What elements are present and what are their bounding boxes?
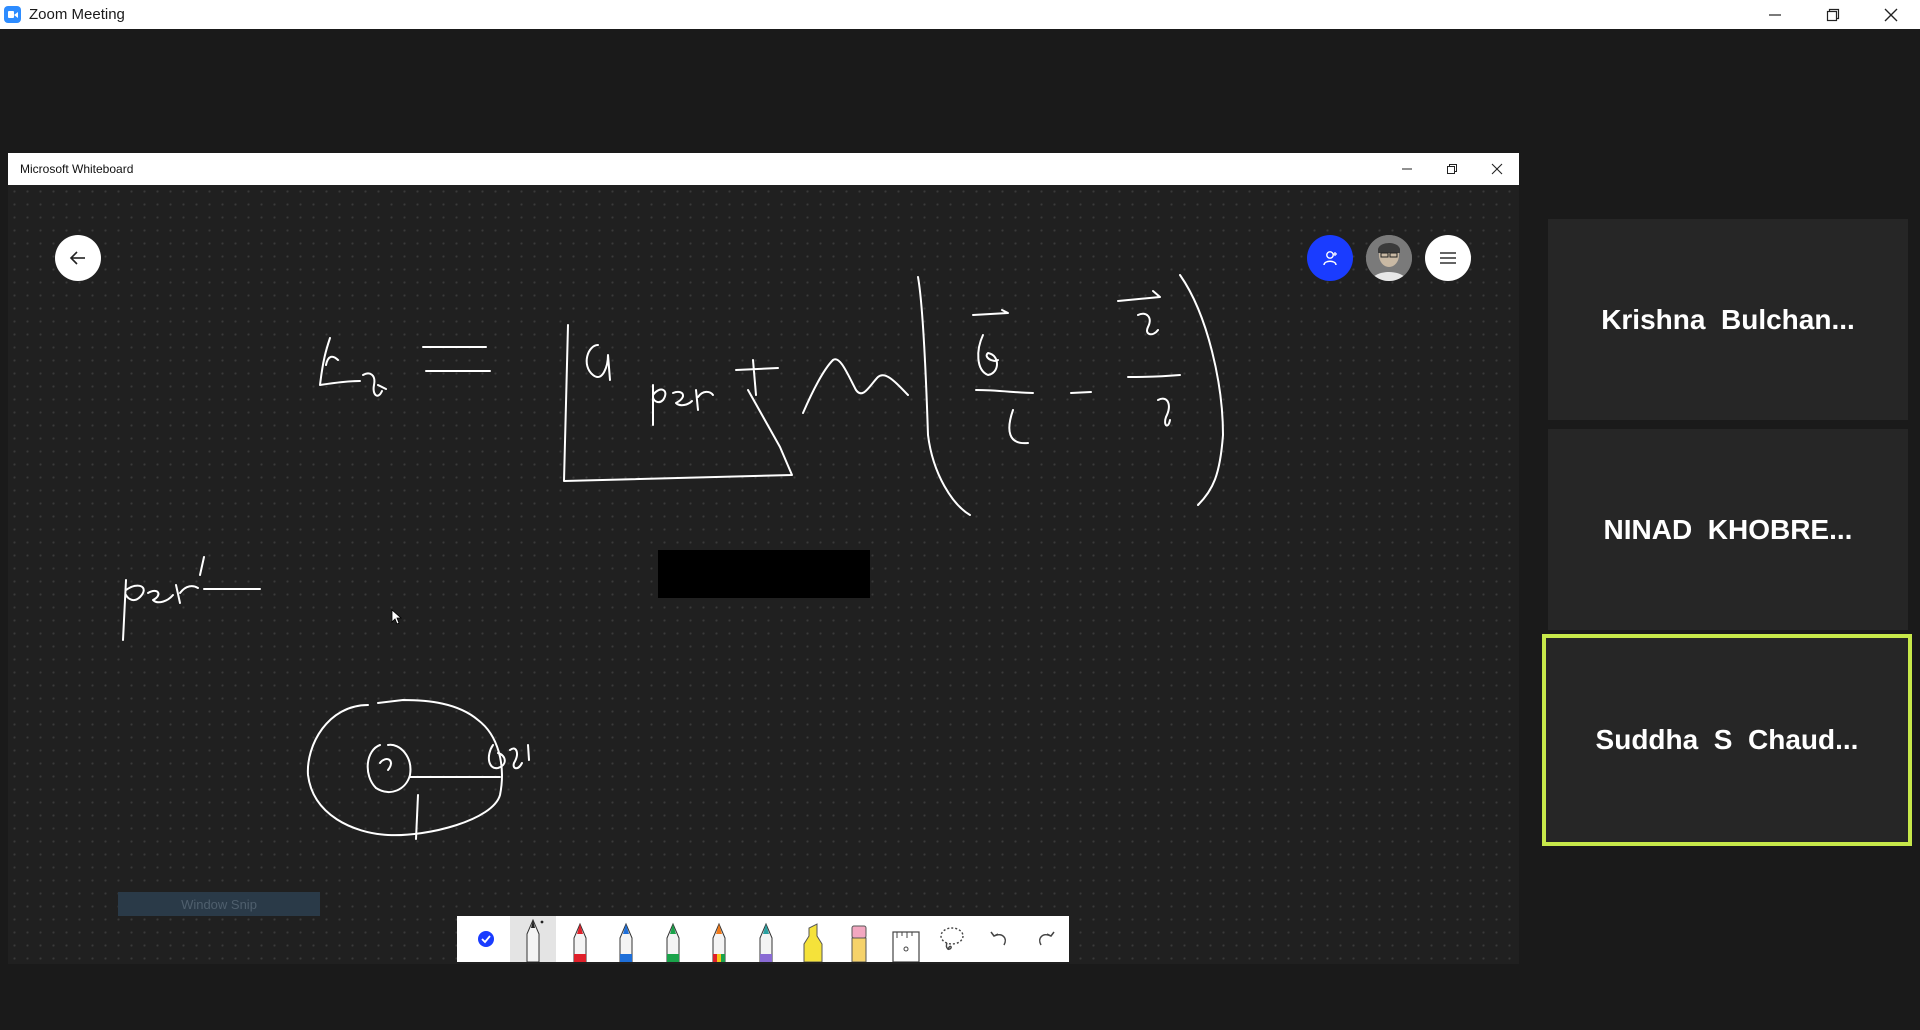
invite-button[interactable] bbox=[1307, 235, 1353, 281]
checkmark-circle-icon bbox=[478, 931, 495, 947]
ink-stroke bbox=[1070, 391, 1092, 394]
ink-stroke bbox=[147, 589, 174, 604]
whiteboard-close-button[interactable] bbox=[1474, 153, 1519, 185]
whiteboard-canvas[interactable]: Window Snip bbox=[8, 185, 1519, 964]
participant-name: NINAD KHOBRE... bbox=[1603, 513, 1853, 545]
eraser-tool[interactable] bbox=[836, 916, 883, 962]
ink-stroke bbox=[422, 346, 491, 372]
lasso-select-icon bbox=[940, 927, 965, 951]
user-avatar[interactable] bbox=[1366, 235, 1412, 281]
redaction-box bbox=[658, 550, 870, 598]
ink-stroke bbox=[652, 384, 667, 426]
ink-stroke bbox=[735, 359, 779, 396]
ink-stroke bbox=[975, 389, 1034, 394]
ink-stroke bbox=[1157, 397, 1171, 427]
ink-stroke bbox=[379, 758, 392, 771]
ink-stroke bbox=[306, 699, 503, 837]
zoom-titlebar: Zoom Meeting bbox=[0, 0, 1920, 29]
rainbow-pen-icon bbox=[712, 922, 726, 962]
participant-tile[interactable]: NINAD KHOBRE... bbox=[1548, 429, 1908, 630]
ink-stroke bbox=[319, 337, 361, 386]
restore-icon bbox=[1826, 8, 1840, 21]
red-pen-icon bbox=[573, 922, 587, 962]
restore-button[interactable] bbox=[1804, 0, 1862, 29]
whiteboard-window-controls bbox=[1384, 153, 1519, 185]
ink-stroke bbox=[585, 344, 611, 381]
blue-pen-tool[interactable] bbox=[603, 916, 650, 962]
add-person-icon bbox=[1323, 251, 1337, 266]
galaxy-pen-icon bbox=[759, 922, 773, 962]
whiteboard-restore-button[interactable] bbox=[1429, 153, 1474, 185]
whiteboard-title: Microsoft Whiteboard bbox=[20, 162, 134, 176]
menu-button[interactable] bbox=[1425, 235, 1471, 281]
arrow-left-icon bbox=[69, 251, 85, 265]
ink-to-shape-toggle[interactable] bbox=[463, 916, 510, 962]
meeting-stage: Microsoft Whiteboard Window Snip Krishna… bbox=[0, 29, 1920, 1030]
user-avatar-icon bbox=[1366, 235, 1412, 281]
ink-stroke bbox=[1137, 312, 1159, 336]
close-icon bbox=[1884, 8, 1898, 21]
red-pen-tool[interactable] bbox=[556, 916, 603, 962]
window-title: Zoom Meeting bbox=[29, 6, 125, 23]
redo-icon bbox=[1038, 931, 1055, 946]
ink-stroke bbox=[1127, 374, 1181, 378]
ink-stroke bbox=[695, 389, 714, 411]
hamburger-menu-icon bbox=[1440, 252, 1456, 264]
ink-stroke bbox=[1008, 409, 1029, 445]
ink-stroke bbox=[917, 276, 971, 516]
highlighter-icon bbox=[803, 923, 823, 962]
ink-stroke bbox=[672, 391, 693, 407]
whiteboard-minimize-button[interactable] bbox=[1384, 153, 1429, 185]
ink-stroke bbox=[977, 334, 999, 376]
whiteboard-titlebar: Microsoft Whiteboard bbox=[8, 153, 1519, 185]
ink-stroke bbox=[415, 794, 419, 840]
ink-stroke bbox=[175, 584, 199, 604]
minimize-icon bbox=[1401, 168, 1412, 170]
whiteboard-window: Microsoft Whiteboard Window Snip bbox=[8, 153, 1519, 964]
rainbow-pen-tool[interactable] bbox=[696, 916, 743, 962]
ink-stroke bbox=[199, 556, 261, 590]
undo-button[interactable] bbox=[976, 916, 1023, 962]
window-snip-label: Window Snip bbox=[118, 892, 320, 916]
black-pen-icon bbox=[526, 918, 544, 962]
undo-icon bbox=[990, 931, 1006, 946]
ruler-icon bbox=[892, 931, 920, 962]
participant-tile-active-speaker[interactable]: Suddha S Chaud... bbox=[1542, 634, 1912, 846]
ink-stroke bbox=[362, 372, 387, 397]
ink-stroke bbox=[1179, 274, 1224, 506]
redo-button[interactable] bbox=[1022, 916, 1069, 962]
green-pen-tool[interactable] bbox=[649, 916, 696, 962]
participant-name: Krishna Bulchan... bbox=[1601, 303, 1855, 335]
eraser-icon bbox=[851, 925, 867, 962]
window-controls bbox=[1746, 0, 1920, 29]
ink-stroke bbox=[802, 358, 909, 414]
ink-stroke bbox=[487, 744, 530, 770]
lasso-select-tool[interactable] bbox=[929, 916, 976, 962]
ink-stroke bbox=[1117, 290, 1161, 302]
inking-toolbar bbox=[457, 916, 1069, 962]
ruler-tool[interactable] bbox=[882, 916, 929, 962]
ink-stroke bbox=[972, 309, 1009, 316]
galaxy-pen-tool[interactable] bbox=[743, 916, 790, 962]
mouse-cursor-icon bbox=[391, 609, 403, 625]
highlighter-tool[interactable] bbox=[789, 916, 836, 962]
restore-icon bbox=[1446, 164, 1457, 174]
close-icon bbox=[1491, 163, 1502, 175]
zoom-logo-icon bbox=[4, 6, 21, 23]
close-button[interactable] bbox=[1862, 0, 1920, 29]
back-button[interactable] bbox=[55, 235, 101, 281]
green-pen-icon bbox=[666, 922, 680, 962]
participant-name: Suddha S Chaud... bbox=[1595, 724, 1859, 755]
participant-tile[interactable]: Krishna Bulchan... bbox=[1548, 219, 1908, 420]
minimize-button[interactable] bbox=[1746, 0, 1804, 29]
ink-stroke bbox=[122, 579, 145, 641]
black-pen-tool[interactable] bbox=[509, 916, 557, 962]
minimize-icon bbox=[1769, 13, 1781, 16]
blue-pen-icon bbox=[619, 922, 633, 962]
